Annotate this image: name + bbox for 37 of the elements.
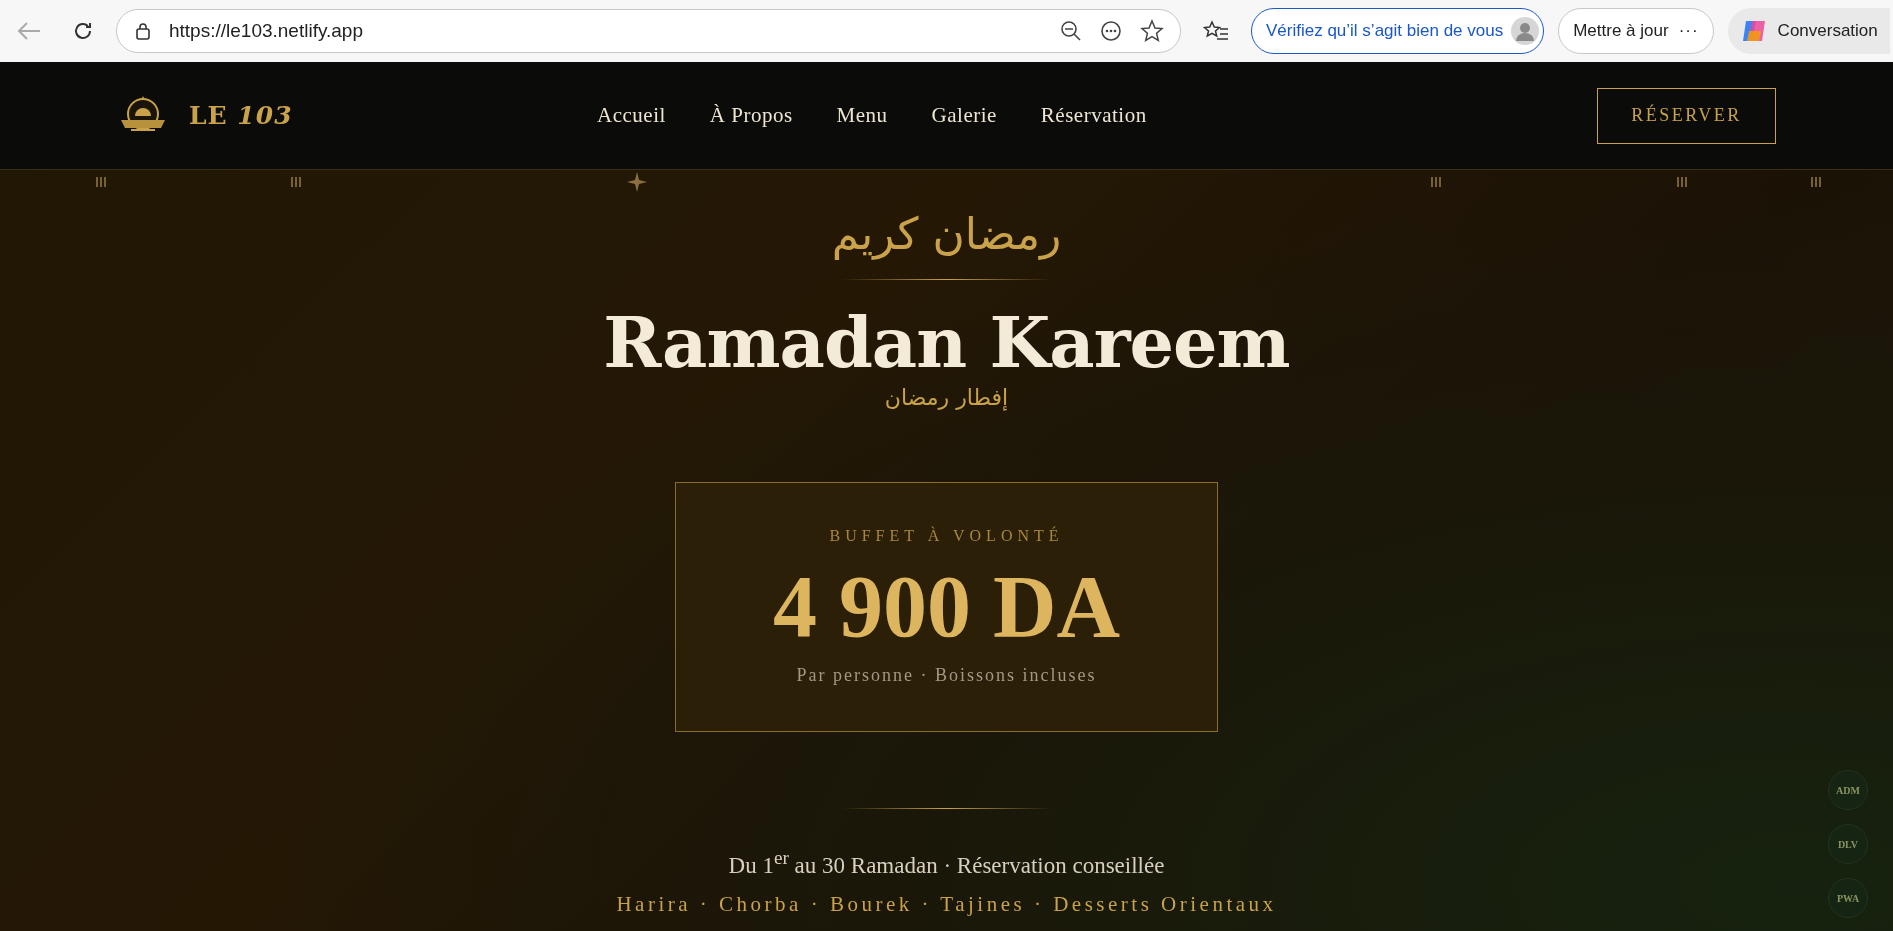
price-note: Par personne · Boissons incluses [796, 664, 1097, 686]
nav-link[interactable]: Accueil [597, 103, 666, 128]
ornament-icon [1676, 176, 1688, 188]
logo-text[interactable]: LE 103 [189, 101, 293, 130]
nav-link[interactable]: Réservation [1040, 103, 1147, 128]
avatar-icon [1511, 17, 1540, 45]
dishes-text: Harira · Chorba · Bourek · Tajines · Desserts Orientaux [616, 892, 1277, 918]
reserve-button[interactable]: RÉSERVER [1597, 87, 1776, 144]
more-text: ··· [1678, 21, 1699, 41]
price-text: 4 900 DA [772, 562, 1121, 651]
floating-button[interactable]: DLV [1828, 824, 1868, 864]
nav-link[interactable]: Galerie [931, 103, 997, 128]
nav-link[interactable]: Menu [836, 103, 888, 128]
zoom-out-icon[interactable] [1060, 20, 1082, 42]
dates-text: Du 1$^{er}$ au 30 Ramadan · Réservation conseillée [728, 846, 1165, 879]
ornament-icon [290, 176, 302, 188]
ornament-icon [95, 176, 107, 188]
reload-icon[interactable] [72, 20, 94, 42]
copilot-button[interactable]: Conversation [1727, 8, 1890, 54]
nav-link[interactable]: À Propos [709, 103, 793, 128]
floating-button[interactable]: ADM [1828, 770, 1868, 810]
hero-title: Ramadan Kareem [603, 303, 1290, 381]
more-icon[interactable] [1100, 20, 1122, 42]
url-text: https://le103.netlify.app [169, 20, 364, 42]
ornament-icon [1810, 176, 1822, 188]
arabic-title: رمضان كريم [831, 208, 1062, 261]
address-bar[interactable]: https://le103.netlify.app [116, 9, 1181, 53]
star-icon[interactable] [1140, 19, 1164, 43]
floating-button[interactable]: PWA [1828, 878, 1868, 918]
lock-icon [135, 22, 151, 40]
offer-label: BUFFET À VOLONTÉ [829, 526, 1064, 545]
ornament-icon [1430, 176, 1442, 188]
sparkle-icon [627, 172, 647, 192]
favorites-icon[interactable] [1203, 20, 1229, 42]
verify-button[interactable]: Vérifiez qu’il s’agit bien de vous [1251, 8, 1545, 54]
arabic-subtitle: إفطار رمضان [884, 384, 1009, 410]
update-button[interactable]: Mettre à jour ··· [1558, 8, 1714, 54]
